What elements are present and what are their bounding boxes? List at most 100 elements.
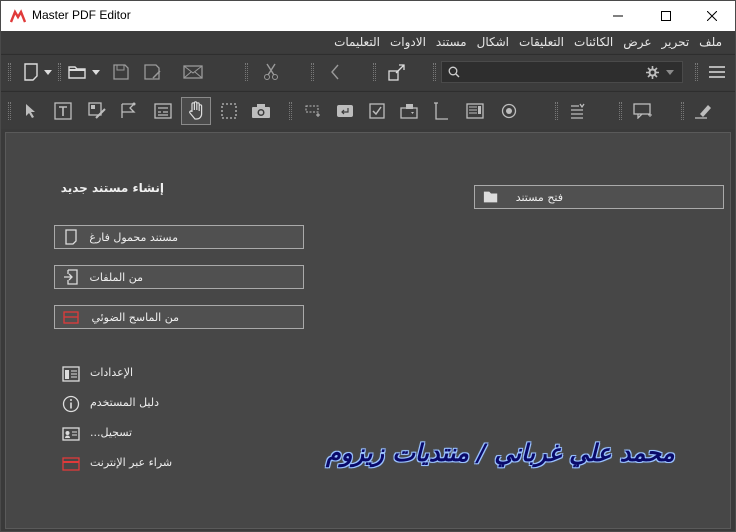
hand-icon	[189, 101, 203, 120]
new-document-heading: إنشاء مستند جديد	[54, 181, 164, 197]
search-box[interactable]	[441, 61, 683, 83]
text-field-button[interactable]	[429, 99, 453, 123]
toolbar-grip[interactable]	[58, 63, 61, 81]
snapshot-button[interactable]	[249, 99, 273, 123]
search-icon	[448, 66, 460, 78]
marquee-select-button[interactable]	[217, 99, 241, 123]
menu-comments[interactable]: التعليقات	[514, 31, 569, 53]
previous-button[interactable]	[323, 61, 347, 83]
crop-button[interactable]	[385, 61, 409, 83]
toolbar-grip[interactable]	[433, 63, 436, 81]
close-button[interactable]	[689, 1, 735, 31]
gear-icon[interactable]	[646, 66, 659, 79]
edit-text-button[interactable]	[51, 99, 75, 123]
comment-button[interactable]	[631, 99, 655, 123]
select-tool-button[interactable]	[19, 99, 43, 123]
menu-objects[interactable]: الكائنات	[569, 31, 618, 53]
link-tool-button[interactable]	[299, 99, 325, 123]
form-icon	[154, 103, 172, 119]
buy-online-label: شراء عبر الإنترنت	[90, 456, 173, 469]
main-toolbar	[1, 54, 735, 90]
minimize-button[interactable]	[595, 1, 641, 31]
open-dropdown[interactable]	[91, 67, 101, 77]
menu-shapes[interactable]: اشكال	[472, 31, 514, 53]
open-document-button[interactable]: فتح مستند	[474, 185, 724, 209]
toolbar-grip[interactable]	[311, 63, 314, 81]
import-file-icon	[64, 269, 78, 285]
new-document-button[interactable]	[19, 61, 43, 83]
menu-edit[interactable]: تحرير	[657, 31, 695, 53]
app-window: Master PDF Editor ملف تحرير عرض الكائنات…	[0, 0, 736, 532]
toolbar-grip[interactable]	[681, 102, 684, 120]
highlight-button[interactable]	[691, 99, 715, 123]
image-edit-icon	[88, 102, 106, 119]
combo-box-field-button[interactable]	[397, 99, 421, 123]
email-button[interactable]	[181, 61, 205, 83]
save-button[interactable]	[109, 61, 133, 83]
menu-document[interactable]: مستند	[431, 31, 472, 53]
menu-view[interactable]: عرض	[618, 31, 656, 53]
buy-online-link[interactable]: شراء عبر الإنترنت	[62, 453, 262, 475]
list-box-field-button[interactable]	[463, 99, 487, 123]
start-page: إنشاء مستند جديد مستند محمول فارغ من الم…	[5, 132, 731, 529]
tools-toolbar	[1, 91, 735, 129]
menu-file[interactable]: ملف	[694, 31, 727, 53]
search-input[interactable]	[464, 63, 634, 81]
text-annotation-button[interactable]	[567, 99, 591, 123]
toolbar-grip[interactable]	[619, 102, 622, 120]
watermark-text: محمد علي غرباني / منتديات زيزوم	[326, 439, 675, 467]
blank-document-button[interactable]: مستند محمول فارغ	[54, 225, 304, 249]
chevron-left-icon	[331, 64, 339, 80]
toolbar-grip[interactable]	[8, 63, 11, 81]
envelope-icon	[183, 65, 203, 79]
register-link[interactable]: تسجيل...	[62, 423, 262, 445]
checkbox-field-button[interactable]	[365, 99, 389, 123]
chevron-down-icon[interactable]	[666, 70, 674, 75]
push-button-icon	[337, 105, 353, 117]
text-box-icon	[54, 102, 72, 120]
hamburger-menu-button[interactable]	[705, 61, 729, 83]
menu-tools[interactable]: الادوات	[385, 31, 431, 53]
toolbar-grip[interactable]	[8, 102, 11, 120]
app-logo-icon	[10, 9, 26, 23]
maximize-button[interactable]	[643, 1, 689, 31]
save-as-button[interactable]	[141, 61, 165, 83]
from-scanner-button[interactable]: من الماسح الضوئي	[54, 305, 304, 329]
from-files-button[interactable]: من الملفات	[54, 265, 304, 289]
form-fields-button[interactable]	[151, 99, 175, 123]
text-lines-icon	[571, 103, 585, 119]
radio-button-field-button[interactable]	[497, 99, 521, 123]
window-title: Master PDF Editor	[32, 8, 131, 22]
toolbar-grip[interactable]	[289, 102, 292, 120]
menu-bar: ملف تحرير عرض الكائنات التعليقات اشكال م…	[1, 31, 735, 53]
arrow-cursor-icon	[26, 104, 35, 118]
hand-tool-button[interactable]	[181, 97, 211, 125]
open-folder-icon	[483, 191, 498, 203]
scanner-icon	[63, 311, 79, 324]
settings-link[interactable]: الإعدادات	[62, 363, 262, 385]
chevron-down-icon	[44, 69, 52, 75]
new-page-icon	[24, 63, 38, 81]
new-document-heading-text: إنشاء مستند جديد	[60, 181, 164, 195]
toolbar-grip[interactable]	[555, 102, 558, 120]
user-guide-label: دليل المستخدم	[90, 396, 159, 409]
checkbox-icon	[369, 103, 385, 119]
toolbar-grip[interactable]	[373, 63, 376, 81]
list-box-icon	[466, 103, 484, 119]
id-card-icon	[62, 427, 80, 441]
cut-button[interactable]	[259, 61, 283, 83]
eraser-icon	[695, 105, 711, 119]
open-button[interactable]	[65, 61, 89, 83]
edit-image-button[interactable]	[85, 99, 109, 123]
from-files-label: من الملفات	[89, 271, 143, 284]
new-dropdown[interactable]	[43, 67, 53, 77]
edit-forms-button[interactable]	[117, 99, 141, 123]
camera-icon	[252, 104, 270, 118]
toolbar-grip[interactable]	[695, 63, 698, 81]
menu-help[interactable]: التعليمات	[329, 31, 385, 53]
user-guide-link[interactable]: دليل المستخدم	[62, 393, 262, 415]
blank-document-label: مستند محمول فارغ	[89, 231, 178, 244]
folder-icon	[68, 66, 86, 79]
button-field-button[interactable]	[333, 99, 357, 123]
toolbar-grip[interactable]	[245, 63, 248, 81]
